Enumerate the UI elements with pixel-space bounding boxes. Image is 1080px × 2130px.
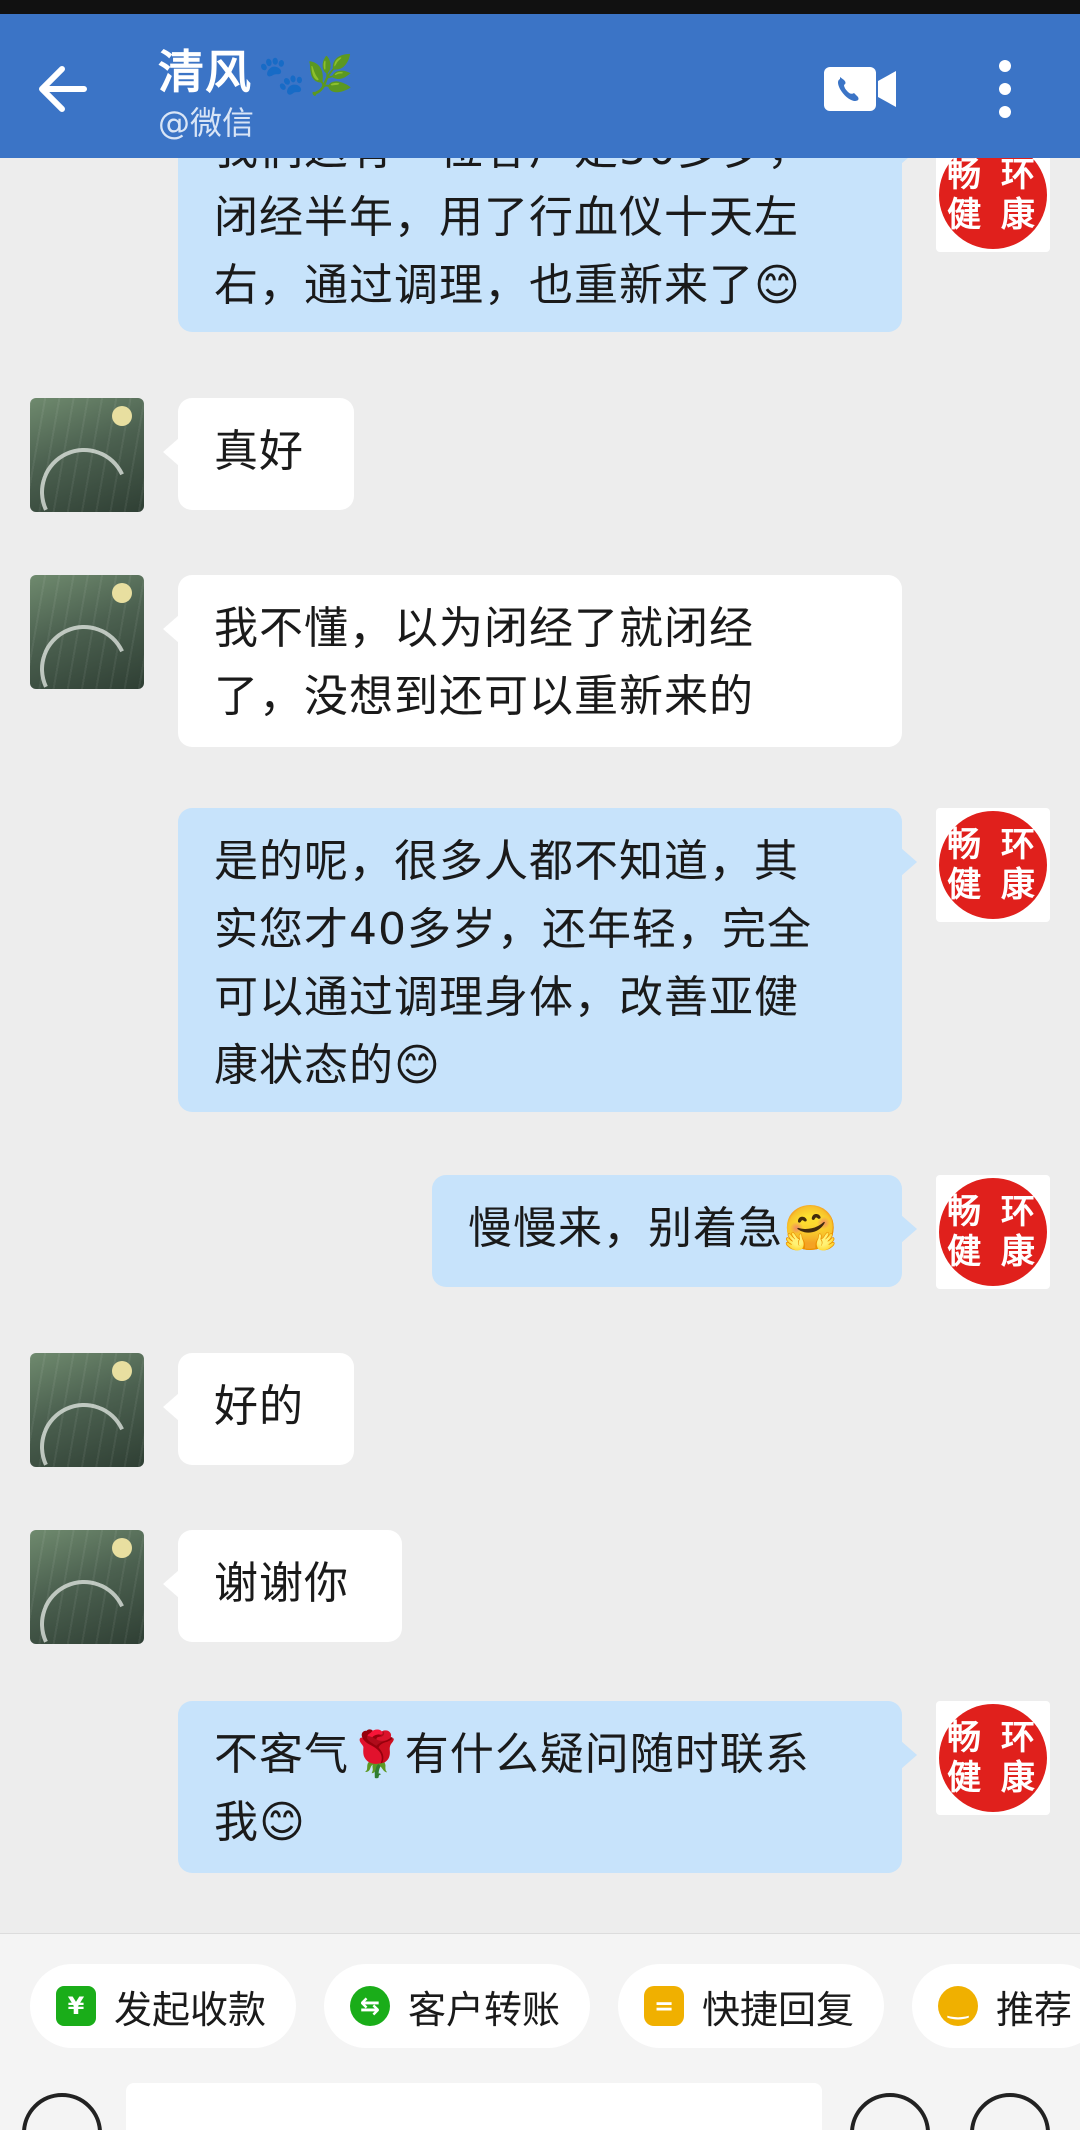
- collect-payment-button[interactable]: ¥ 发起收款: [30, 1964, 297, 2048]
- brand-logo: 畅 环健 康: [939, 811, 1047, 919]
- brand-logo-line2: 健 康: [947, 1232, 1039, 1272]
- recommend-icon: ‿: [938, 1986, 978, 2026]
- message-bubble-incoming[interactable]: 谢谢你: [163, 1530, 402, 1642]
- emoji-icon[interactable]: [850, 2093, 930, 2130]
- message-line: 谢谢你: [214, 1558, 349, 1609]
- quick-action-bar[interactable]: ¥ 发起收款 ⇆ 客户转账 = 快捷回复 ‿ 推荐: [0, 1933, 1080, 2084]
- brand-avatar[interactable]: 畅 环健 康: [936, 1175, 1050, 1289]
- brand-logo-line2: 健 康: [947, 195, 1039, 235]
- recommend-button[interactable]: ‿ 推荐: [912, 1964, 1080, 2048]
- message-line: 可以通过调理身体，改善亚健: [214, 972, 799, 1023]
- message-bubble-outgoing[interactable]: 是的呢，很多人都不知道，其 实您才40多岁，还年轻，完全 可以通过调理身体，改善…: [178, 808, 917, 1112]
- brand-logo: 畅 环健 康: [939, 1178, 1047, 1286]
- brand-logo-line1: 畅 环: [947, 825, 1039, 865]
- brand-avatar[interactable]: 畅 环健 康: [936, 808, 1050, 922]
- brand-logo-line2: 健 康: [947, 1758, 1039, 1798]
- brand-avatar[interactable]: 畅 环健 康: [936, 158, 1050, 252]
- customer-transfer-button[interactable]: ⇆ 客户转账: [324, 1964, 591, 2048]
- contact-avatar[interactable]: [30, 1530, 144, 1644]
- brand-logo-line2: 健 康: [947, 865, 1039, 905]
- message-bubble-outgoing[interactable]: 我们这有一位客户是50多岁， 闭经半年，用了行血仪十天左 右，通过调理，也重新来…: [178, 158, 917, 332]
- chip-label: 快捷回复: [702, 1987, 855, 2032]
- name-decoration: 🐾🌿: [258, 53, 355, 97]
- brand-logo-line1: 畅 环: [947, 1192, 1039, 1232]
- contact-avatar[interactable]: [30, 575, 144, 689]
- yen-shield-icon: ¥: [56, 1986, 96, 2026]
- brand-logo-line1: 畅 环: [947, 158, 1039, 195]
- brand-logo: 畅 环健 康: [939, 158, 1047, 249]
- message-bubble-incoming[interactable]: 真好: [163, 398, 354, 510]
- quick-reply-button[interactable]: = 快捷回复: [618, 1964, 885, 2048]
- message-line: 了，没想到还可以重新来的: [214, 671, 754, 722]
- quick-reply-icon: =: [644, 1986, 684, 2026]
- message-list[interactable]: 我们这有一位客户是50多岁， 闭经半年，用了行血仪十天左 右，通过调理，也重新来…: [0, 158, 1080, 1933]
- message-line: 闭经半年，用了行血仪十天左: [214, 192, 799, 243]
- transfer-icon: ⇆: [350, 1986, 390, 2026]
- message-line: 好的: [214, 1381, 304, 1432]
- voice-input-icon[interactable]: [22, 2093, 102, 2130]
- more-options-icon[interactable]: [990, 54, 1020, 124]
- message-line: 右，通过调理，也重新来了😊: [214, 260, 801, 311]
- message-bubble-incoming[interactable]: 好的: [163, 1353, 354, 1465]
- brand-logo: 畅 环健 康: [939, 1704, 1047, 1812]
- chat-header: 清风 🐾🌿 @微信: [0, 14, 1080, 158]
- status-bar: [0, 0, 1080, 14]
- contact-name-text: 清风: [158, 45, 252, 99]
- brand-logo-line1: 畅 环: [947, 1718, 1039, 1758]
- video-call-icon[interactable]: [820, 59, 900, 119]
- message-line: 慢慢来，别着急🤗: [468, 1203, 839, 1254]
- message-line: 我们这有一位客户是50多岁，: [214, 158, 866, 184]
- message-bubble-incoming[interactable]: 我不懂，以为闭经了就闭经 了，没想到还可以重新来的: [163, 575, 902, 747]
- message-line: 我😊: [214, 1797, 306, 1848]
- chip-label: 推荐: [996, 1987, 1073, 2032]
- message-line: 康状态的😊: [214, 1040, 441, 1091]
- contact-avatar[interactable]: [30, 1353, 144, 1467]
- contact-avatar[interactable]: [30, 398, 144, 512]
- message-line: 不客气🌹有什么疑问随时联系: [214, 1729, 810, 1780]
- back-arrow-icon[interactable]: [30, 54, 100, 124]
- contact-source: @微信: [158, 104, 255, 142]
- plus-icon[interactable]: [970, 2093, 1050, 2130]
- message-line: 我不懂，以为闭经了就闭经: [214, 603, 754, 654]
- message-input[interactable]: [126, 2083, 822, 2130]
- message-line: 实您才40多岁，还年轻，完全: [214, 904, 812, 955]
- message-bubble-outgoing[interactable]: 不客气🌹有什么疑问随时联系 我😊: [178, 1701, 917, 1873]
- message-line: 真好: [214, 426, 304, 477]
- input-bar: [0, 2083, 1080, 2130]
- contact-name[interactable]: 清风 🐾🌿: [158, 36, 355, 102]
- message-bubble-outgoing[interactable]: 慢慢来，别着急🤗: [432, 1175, 917, 1287]
- message-line: 是的呢，很多人都不知道，其: [214, 836, 799, 887]
- chip-label: 发起收款: [114, 1987, 267, 2032]
- chip-label: 客户转账: [408, 1987, 561, 2032]
- brand-avatar[interactable]: 畅 环健 康: [936, 1701, 1050, 1815]
